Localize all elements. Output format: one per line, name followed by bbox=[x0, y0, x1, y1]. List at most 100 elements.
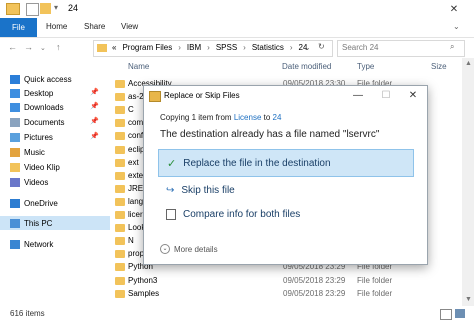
up-icon[interactable]: ↑ bbox=[56, 42, 61, 52]
documents-icon bbox=[10, 117, 20, 127]
source-link[interactable]: License bbox=[234, 113, 262, 122]
maximize-button[interactable]: ☐ bbox=[372, 86, 400, 104]
chevron-down-icon[interactable]: ⌄ bbox=[304, 43, 311, 52]
folder-icon bbox=[115, 158, 125, 167]
skip-option-label: Skip this file bbox=[181, 184, 235, 196]
column-date-modified[interactable]: Date modified bbox=[282, 62, 331, 71]
file-name: conf bbox=[128, 131, 144, 141]
address-bar[interactable]: « Program Files › IBM › SPSS › Statistic… bbox=[93, 40, 333, 57]
sidebar-item-pictures[interactable]: Pictures bbox=[10, 130, 53, 144]
folder-icon bbox=[115, 106, 125, 115]
folder-icon bbox=[115, 237, 125, 246]
close-button[interactable]: ✕ bbox=[434, 0, 474, 18]
dialog-title: Replace or Skip Files bbox=[164, 91, 240, 100]
list-item[interactable]: Python3 09/05/2018 23:29 File folder bbox=[115, 275, 460, 287]
customize-quick-access-icon[interactable]: ▾ bbox=[54, 3, 58, 12]
folder-icon bbox=[115, 197, 125, 206]
computer-icon bbox=[10, 218, 20, 228]
file-name: com bbox=[128, 118, 144, 128]
replace-or-skip-dialog: Replace or Skip Files — ☐ ✕ Copying 1 it… bbox=[143, 85, 428, 265]
dialog-close-button[interactable]: ✕ bbox=[399, 86, 427, 104]
search-input[interactable]: Search 24 ⌕ bbox=[337, 40, 465, 57]
sidebar-item-downloads[interactable]: Downloads bbox=[10, 100, 64, 114]
tab-view[interactable]: View bbox=[121, 22, 138, 31]
new-folder-icon[interactable] bbox=[40, 3, 51, 14]
replace-option-button[interactable]: ✓ Replace the file in the destination bbox=[158, 149, 414, 177]
tab-share[interactable]: Share bbox=[84, 22, 105, 31]
column-name[interactable]: Name bbox=[128, 62, 149, 71]
expand-ribbon-icon[interactable]: ⌄ bbox=[453, 22, 460, 31]
sidebar-item-label: Documents bbox=[24, 117, 65, 127]
ribbon bbox=[0, 18, 474, 38]
file-type: File folder bbox=[357, 275, 393, 285]
replace-option-label: Replace the file in the destination bbox=[183, 157, 331, 169]
skip-option-button[interactable]: ↪ Skip this file bbox=[166, 183, 235, 197]
folder-icon bbox=[6, 3, 20, 15]
folder-icon bbox=[10, 162, 20, 172]
column-type[interactable]: Type bbox=[357, 62, 374, 71]
scroll-up-icon[interactable]: ▲ bbox=[465, 60, 472, 67]
recent-locations-icon[interactable]: ⌄ bbox=[40, 44, 46, 52]
details-view-icon[interactable] bbox=[440, 309, 452, 320]
sidebar-item-label: Desktop bbox=[24, 88, 54, 98]
file-name: licer bbox=[128, 210, 143, 219]
music-icon bbox=[10, 147, 20, 157]
properties-icon[interactable] bbox=[26, 3, 39, 16]
refresh-icon[interactable]: ↻ bbox=[318, 42, 325, 51]
sidebar-item-network[interactable]: Network bbox=[10, 237, 53, 251]
breadcrumb-statistics[interactable]: Statistics bbox=[252, 43, 284, 52]
file-name: eclip bbox=[128, 144, 145, 154]
sidebar-item-label: Network bbox=[24, 239, 54, 249]
check-icon: ✓ bbox=[167, 157, 177, 170]
folder-icon bbox=[115, 93, 125, 102]
file-name: JRE bbox=[128, 183, 144, 193]
cloud-icon bbox=[10, 198, 20, 208]
network-icon bbox=[10, 239, 20, 249]
scroll-down-icon[interactable]: ▼ bbox=[465, 296, 472, 303]
sidebar-item-onedrive[interactable]: OneDrive bbox=[10, 196, 58, 210]
sidebar-item-desktop[interactable]: Desktop bbox=[10, 86, 53, 100]
large-icons-view-icon[interactable] bbox=[455, 309, 465, 318]
pin-icon: 📌 bbox=[90, 133, 99, 140]
sidebar-item-label: Videos bbox=[24, 177, 49, 187]
file-name: as-2 bbox=[128, 92, 144, 102]
conflict-message: The destination already has a file named… bbox=[160, 129, 380, 140]
back-icon[interactable]: ← bbox=[8, 42, 17, 52]
folder-icon bbox=[115, 276, 125, 285]
sidebar-item-documents[interactable]: Documents bbox=[10, 115, 64, 129]
status-item-count: 616 items bbox=[10, 309, 45, 318]
tab-home[interactable]: Home bbox=[46, 22, 67, 31]
file-date: 09/05/2018 23:29 bbox=[283, 275, 346, 285]
folder-icon bbox=[115, 132, 125, 141]
desktop-icon bbox=[10, 88, 20, 98]
folder-icon bbox=[115, 80, 125, 88]
chevron-right-icon: › bbox=[207, 43, 210, 52]
breadcrumb-ibm[interactable]: IBM bbox=[187, 43, 201, 52]
forward-icon[interactable]: → bbox=[24, 42, 33, 52]
sidebar-item-quick-access[interactable]: Quick access bbox=[10, 72, 72, 86]
sidebar-item-music[interactable]: Music bbox=[10, 145, 45, 159]
file-date: 09/05/2018 23:29 bbox=[283, 288, 346, 298]
minimize-button[interactable]: — bbox=[344, 86, 372, 104]
file-name: C bbox=[128, 105, 134, 115]
vertical-scrollbar[interactable]: ▲ ▼ bbox=[462, 58, 474, 306]
list-item[interactable]: Samples 09/05/2018 23:29 File folder bbox=[115, 288, 460, 300]
sidebar-item-video-klip[interactable]: Video Klip bbox=[10, 160, 60, 174]
folder-icon bbox=[115, 289, 125, 298]
column-size[interactable]: Size bbox=[431, 62, 447, 71]
tab-file[interactable]: File bbox=[0, 18, 37, 37]
file-name: N bbox=[128, 236, 134, 246]
compare-option-button[interactable]: Compare info for both files bbox=[166, 207, 300, 221]
chevron-down-icon: ⌄ bbox=[160, 244, 170, 254]
breadcrumb-spss[interactable]: SPSS bbox=[216, 43, 237, 52]
sidebar-item-label: Quick access bbox=[24, 74, 72, 84]
sidebar-item-this-pc[interactable]: This PC bbox=[0, 216, 110, 230]
chevron-right-icon: › bbox=[243, 43, 246, 52]
folder-icon bbox=[115, 119, 125, 128]
breadcrumb-program-files[interactable]: Program Files bbox=[122, 43, 172, 52]
folder-icon bbox=[115, 250, 125, 259]
sidebar-item-videos[interactable]: Videos bbox=[10, 175, 48, 189]
file-name: ext bbox=[128, 157, 139, 167]
more-details-toggle[interactable]: ⌄ More details bbox=[160, 244, 218, 254]
destination-link[interactable]: 24 bbox=[273, 113, 282, 122]
